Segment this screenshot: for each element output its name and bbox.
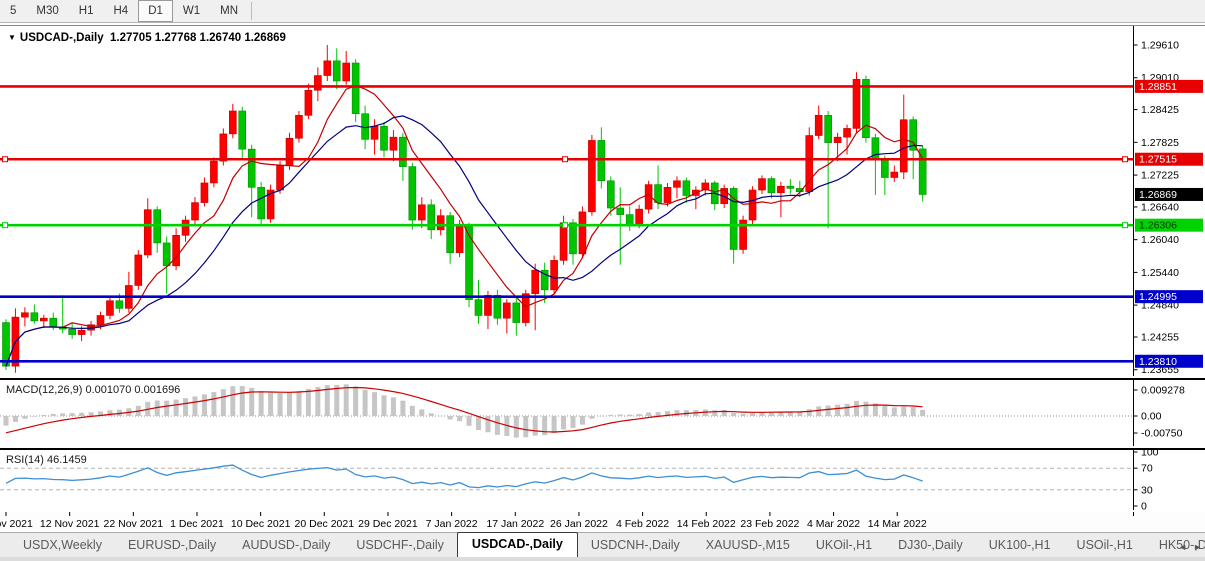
svg-text:1.23810: 1.23810 — [1139, 356, 1177, 368]
date-label: 29 Dec 2021 — [358, 518, 418, 530]
timeframe-button-h4[interactable]: H4 — [103, 0, 138, 22]
svg-text:1.26869: 1.26869 — [1139, 189, 1177, 201]
chart-tab-usdcnh[interactable]: USDCNH-,Daily — [578, 534, 693, 557]
svg-text:1.29610: 1.29610 — [1141, 40, 1179, 52]
chart-ohlc-values: 1.27705 1.27768 1.26740 1.26869 — [110, 32, 286, 44]
timeframe-button-mn[interactable]: MN — [210, 0, 248, 22]
date-axis[interactable]: 3 Nov 2021 12 Nov 2021 22 Nov 2021 1 Dec 20… — [0, 512, 1205, 532]
svg-text:0.00: 0.00 — [1141, 411, 1162, 423]
price-chart-panel[interactable]: 1.296101.290101.284251.278251.272251.266… — [0, 25, 1205, 379]
chart-tab-ukoil[interactable]: UKOil-,H1 — [803, 534, 885, 557]
date-label: 12 Nov 2021 — [40, 518, 100, 530]
chart-tab-uk100[interactable]: UK100-,H1 — [976, 534, 1064, 557]
svg-text:-0.00750: -0.00750 — [1141, 428, 1183, 440]
hline-handle[interactable] — [3, 157, 8, 162]
macd-label: MACD(12,26,9) 0.001070 0.001696 — [6, 384, 180, 396]
date-label: 17 Jan 2022 — [486, 518, 544, 530]
svg-text:1.26640: 1.26640 — [1141, 201, 1179, 213]
price-axis[interactable]: 1.296101.290101.284251.278251.272251.266… — [1134, 26, 1204, 376]
svg-text:1.28851: 1.28851 — [1139, 81, 1177, 93]
chart-tab-eurusd[interactable]: EURUSD-,Daily — [115, 534, 229, 557]
date-label: 22 Nov 2021 — [104, 518, 164, 530]
timeframe-button-h1[interactable]: H1 — [69, 0, 104, 22]
tab-scroll-right-icon[interactable]: ► — [1193, 542, 1202, 552]
timeframe-toolbar: 5M30H1H4D1W1MN — [0, 0, 1205, 23]
chart-title: ▼ USDCAD-,Daily 1.27705 1.27768 1.26740 1… — [8, 32, 286, 44]
chart-tab-audusd[interactable]: AUDUSD-,Daily — [229, 534, 343, 557]
chart-tab-bar: USDX,WeeklyEURUSD-,DailyAUDUSD-,DailyUSD… — [0, 532, 1205, 557]
hline-handle[interactable] — [563, 223, 568, 228]
toolbar-separator — [251, 2, 252, 20]
svg-text:1.26306: 1.26306 — [1139, 220, 1177, 232]
hline-handle[interactable] — [1123, 157, 1128, 162]
date-label: 7 Jan 2022 — [426, 518, 478, 530]
svg-text:70: 70 — [1141, 463, 1153, 475]
hline-handle[interactable] — [563, 157, 568, 162]
date-label: 3 Nov 2021 — [0, 518, 33, 530]
chart-tab-usdx[interactable]: USDX,Weekly — [10, 534, 115, 557]
svg-text:30: 30 — [1141, 484, 1153, 496]
date-label: 10 Dec 2021 — [231, 518, 291, 530]
hline-handle[interactable] — [1123, 223, 1128, 228]
date-label: 20 Dec 2021 — [295, 518, 355, 530]
chart-tab-xauusd[interactable]: XAUUSD-,M15 — [693, 534, 803, 557]
svg-text:0: 0 — [1141, 501, 1147, 511]
svg-text:100: 100 — [1141, 450, 1159, 459]
date-label: 23 Feb 2022 — [740, 518, 799, 530]
chart-tab-dj30[interactable]: DJ30-,Daily — [885, 534, 976, 557]
chart-tab-usoil[interactable]: USOil-,H1 — [1064, 534, 1146, 557]
chart-tab-usdchf[interactable]: USDCHF-,Daily — [343, 534, 457, 557]
svg-text:1.27825: 1.27825 — [1141, 137, 1179, 149]
date-label: 14 Feb 2022 — [677, 518, 736, 530]
date-label: 4 Mar 2022 — [807, 518, 860, 530]
price-chart[interactable]: 1.296101.290101.284251.278251.272251.266… — [0, 26, 1205, 376]
svg-text:1.26040: 1.26040 — [1141, 234, 1179, 246]
svg-text:1.27515: 1.27515 — [1139, 154, 1177, 166]
ma-slow-line — [6, 116, 923, 366]
chart-tab-usdcad[interactable]: USDCAD-,Daily — [457, 532, 578, 557]
chart-symbol-label: USDCAD-,Daily — [20, 32, 104, 44]
timeframe-button-w1[interactable]: W1 — [173, 0, 210, 22]
svg-text:1.25440: 1.25440 — [1141, 267, 1179, 279]
tab-scroll-left-icon[interactable]: ◄ — [1178, 542, 1187, 552]
timeframe-button-m30[interactable]: M30 — [26, 0, 68, 22]
date-label: 4 Feb 2022 — [616, 518, 669, 530]
date-label: 26 Jan 2022 — [550, 518, 608, 530]
bottom-strip — [0, 557, 1205, 561]
timeframe-button-d1[interactable]: D1 — [138, 0, 173, 22]
svg-text:1.24255: 1.24255 — [1141, 332, 1179, 344]
trading-platform-window: 5M30H1H4D1W1MN 1.296101.290101.284251.27… — [0, 0, 1205, 561]
chart-dropdown-icon[interactable]: ▼ — [8, 33, 16, 42]
rsi-label: RSI(14) 46.1459 — [6, 454, 87, 466]
svg-text:1.28425: 1.28425 — [1141, 104, 1179, 116]
svg-text:1.27225: 1.27225 — [1141, 170, 1179, 182]
hline-handle[interactable] — [3, 223, 8, 228]
tab-nav: ◄ ► — [1178, 542, 1202, 552]
svg-text:0.009278: 0.009278 — [1141, 385, 1185, 397]
rsi-chart[interactable]: 100 70 30 0 — [0, 450, 1205, 510]
svg-text:1.24995: 1.24995 — [1139, 291, 1177, 303]
macd-chart[interactable]: 0.009278 0.00 -0.00750 — [0, 380, 1205, 446]
rsi-panel[interactable]: 100 70 30 0 RSI(14) 46.1459 — [0, 449, 1205, 513]
date-label: 14 Mar 2022 — [868, 518, 927, 530]
timeframe-button-5[interactable]: 5 — [0, 0, 26, 22]
date-label: 1 Dec 2021 — [170, 518, 224, 530]
candlesticks[interactable] — [3, 45, 927, 373]
macd-panel[interactable]: 0.009278 0.00 -0.00750 MACD(12,26,9) 0.001… — [0, 379, 1205, 449]
